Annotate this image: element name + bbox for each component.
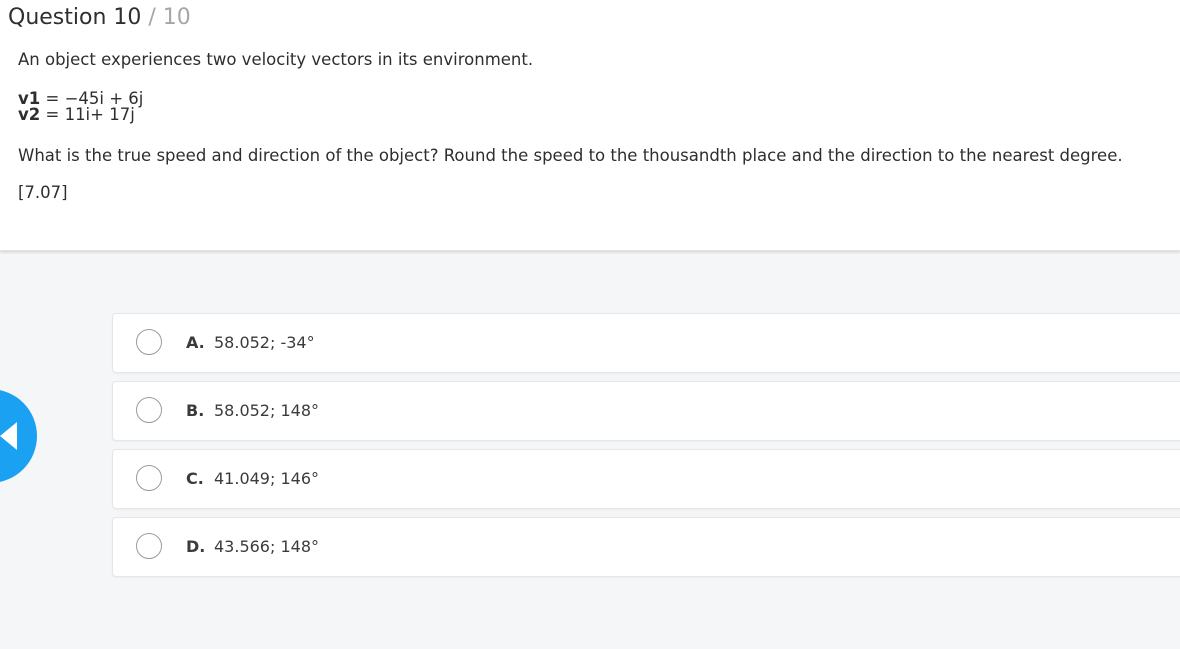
question-hint: [7.07]: [18, 183, 68, 202]
back-button[interactable]: [0, 389, 37, 483]
question-prompt: What is the true speed and direction of …: [18, 146, 1123, 165]
option-a[interactable]: A. 58.052; -34°: [112, 313, 1180, 373]
vector-list: v1 = −45i + 6j v2 = 11i+ 17j: [18, 90, 1158, 124]
question-number: Question 10: [8, 5, 142, 30]
option-text: 58.052; 148°: [214, 401, 319, 420]
option-letter: C.: [186, 469, 204, 488]
radio-button-icon[interactable]: [136, 533, 162, 559]
option-letter: D.: [186, 537, 206, 556]
option-d[interactable]: D. 43.566; 148°: [112, 517, 1180, 577]
question-body: An object experiences two velocity vecto…: [18, 49, 1158, 204]
radio-button-icon[interactable]: [136, 329, 162, 355]
question-total: / 10: [141, 5, 191, 30]
v2-label: v2: [18, 105, 41, 124]
option-text: 58.052; -34°: [214, 333, 315, 352]
chevron-left-icon: [0, 422, 17, 450]
option-text: 41.049; 146°: [214, 469, 319, 488]
option-b[interactable]: B. 58.052; 148°: [112, 381, 1180, 441]
question-header: Question 10 / 10: [8, 4, 191, 32]
v2-value: = 11i+ 17j: [40, 105, 135, 124]
question-panel: Question 10 / 10 An object experiences t…: [0, 0, 1180, 251]
answer-options: A. 58.052; -34° B. 58.052; 148° C. 41.04…: [112, 313, 1180, 585]
option-text: 43.566; 148°: [214, 537, 319, 556]
option-c[interactable]: C. 41.049; 146°: [112, 449, 1180, 509]
option-letter: B.: [186, 401, 205, 420]
radio-button-icon[interactable]: [136, 397, 162, 423]
radio-button-icon[interactable]: [136, 465, 162, 491]
option-letter: A.: [186, 333, 205, 352]
question-intro: An object experiences two velocity vecto…: [18, 50, 534, 69]
